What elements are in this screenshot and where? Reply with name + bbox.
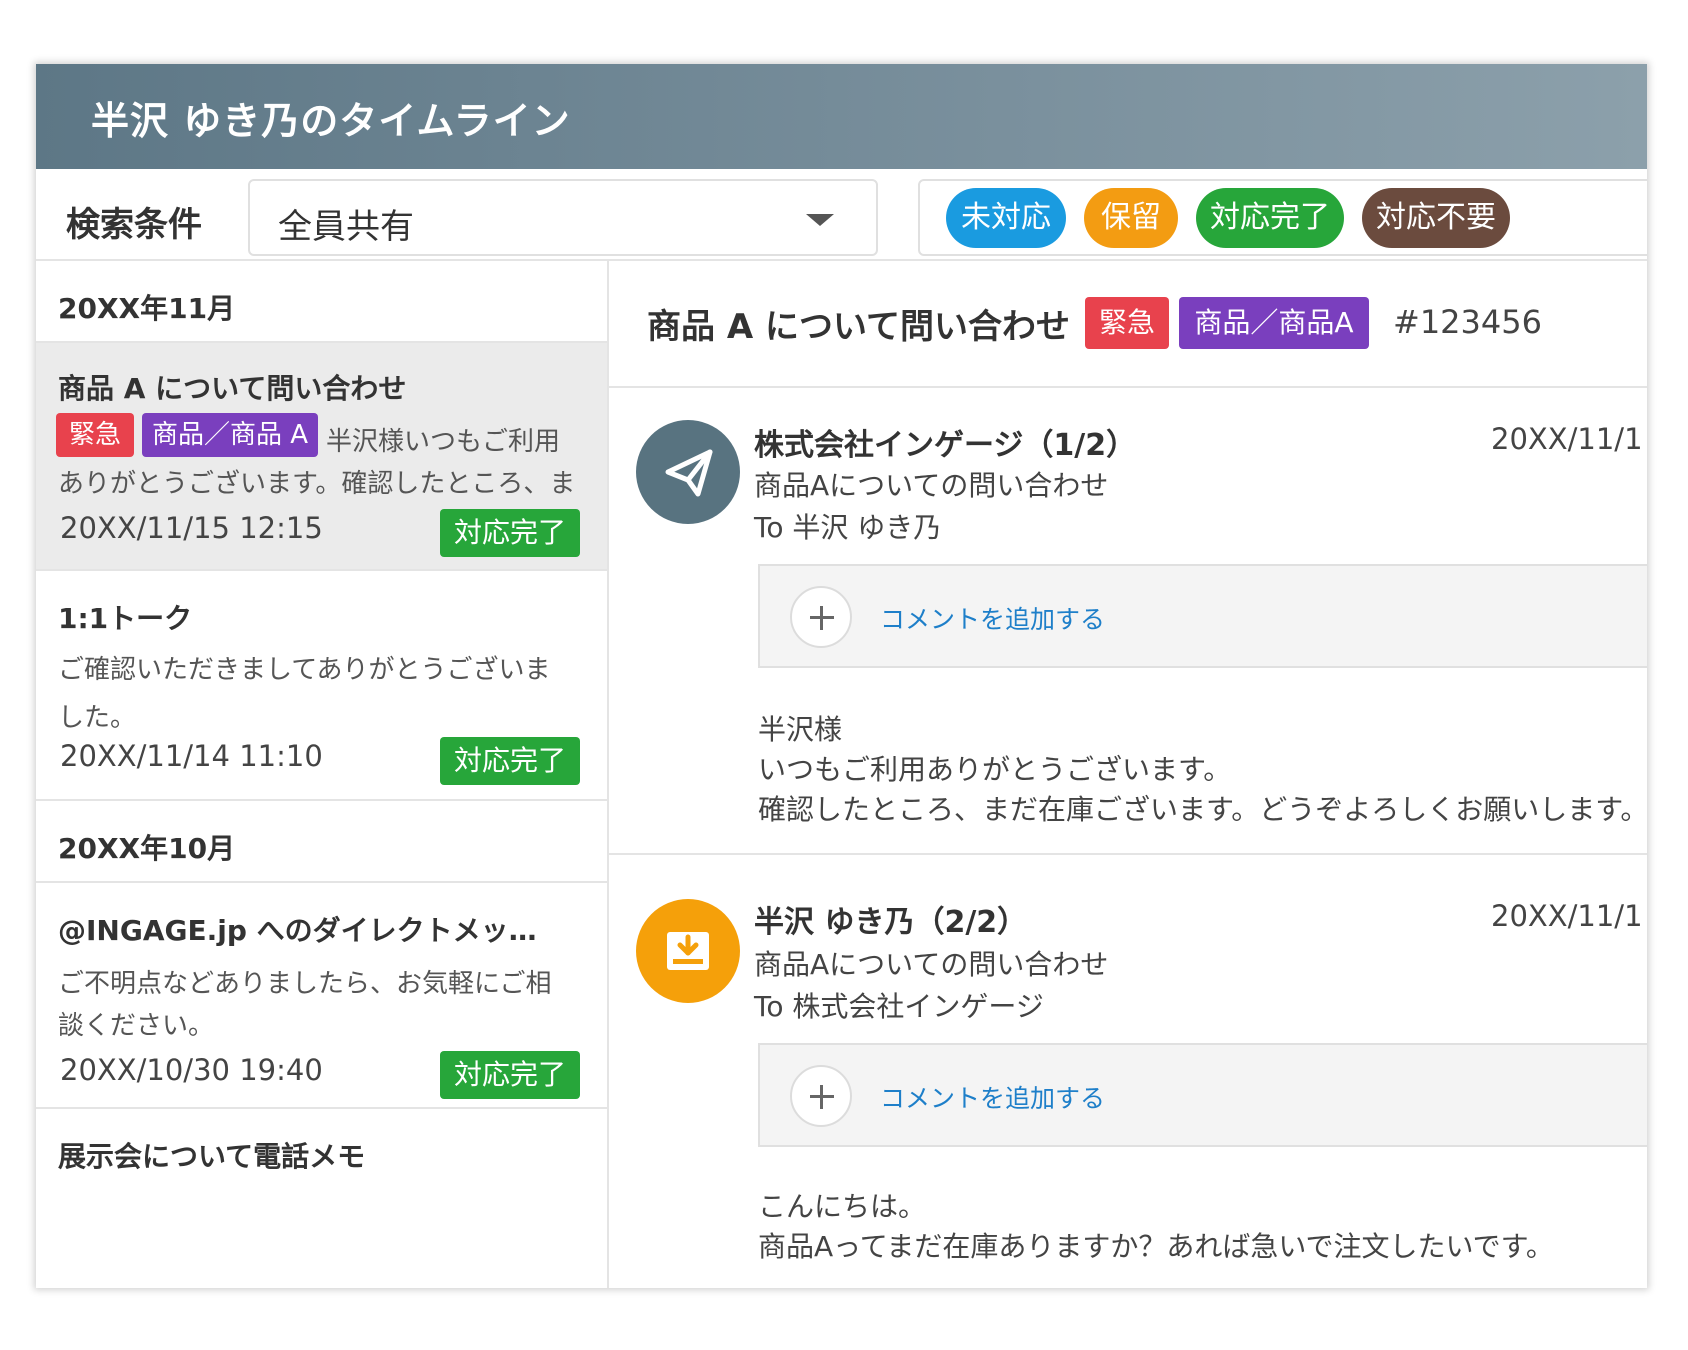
item-date: 20XX/11/14 11:10 xyxy=(60,739,323,773)
list-item[interactable]: 展示会について電話メモ xyxy=(36,1109,607,1288)
item-date: 20XX/10/30 19:40 xyxy=(60,1053,323,1087)
chevron-down-icon xyxy=(806,214,834,226)
item-title: 展示会について電話メモ xyxy=(58,1140,366,1173)
message-body-line: 確認したところ、まだ在庫ございます。どうぞよろしくお願いします。 xyxy=(758,793,1647,826)
message-recipient: To 半沢 ゆき乃 xyxy=(754,511,942,544)
timeline-list: 20XX年11月 商品 A について問い合わせ 緊急 商品／商品 A 半沢様いつ… xyxy=(36,261,607,1288)
item-preview: した。 xyxy=(58,703,137,733)
status-filter-done[interactable]: 対応完了 xyxy=(1196,188,1344,248)
urgent-tag: 緊急 xyxy=(1085,297,1169,349)
add-comment-link[interactable]: コメントを追加する xyxy=(880,1079,1105,1115)
paper-plane-icon xyxy=(665,449,713,497)
add-comment-link[interactable]: コメントを追加する xyxy=(880,600,1105,636)
product-tag: 商品／商品 A xyxy=(142,413,318,457)
message-recipient: To 株式会社インゲージ xyxy=(754,990,1044,1023)
message-body-line: 商品Aってまだ在庫ありますか？あれば急いで注文したいです。 xyxy=(758,1230,1554,1263)
message-body-line: こんにちは。 xyxy=(758,1190,927,1223)
detail-title: 商品 A について問い合わせ xyxy=(647,307,1070,347)
add-comment-plus-icon[interactable] xyxy=(790,586,852,648)
share-scope-select[interactable]: 全員共有 xyxy=(248,179,878,256)
month-header: 20XX年11月 xyxy=(36,261,607,343)
item-preview: ありがとうございます。確認したところ、ま xyxy=(58,469,576,499)
add-comment-plus-icon[interactable] xyxy=(790,1065,852,1127)
status-filter: 未対応 保留 対応完了 対応不要 xyxy=(918,179,1647,256)
status-filter-hold[interactable]: 保留 xyxy=(1084,188,1178,248)
status-badge: 対応完了 xyxy=(440,509,580,557)
product-tag: 商品／商品A xyxy=(1179,297,1369,349)
month-label: 20XX年10月 xyxy=(58,832,236,865)
message: 株式会社インゲージ（1/2） 20XX/11/1 商品Aについての問い合わせ T… xyxy=(609,390,1647,856)
detail-header: 商品 A について問い合わせ 緊急 商品／商品A #123456 xyxy=(609,261,1647,388)
page-title: 半沢 ゆき乃のタイムライン xyxy=(91,99,571,143)
status-filter-unhandled[interactable]: 未対応 xyxy=(946,188,1066,248)
item-title: 1:1トーク xyxy=(58,602,193,635)
message-subject: 商品Aについての問い合わせ xyxy=(754,948,1109,981)
share-scope-value: 全員共有 xyxy=(278,207,414,247)
sender-name: 株式会社インゲージ（1/2） xyxy=(754,428,1137,463)
list-item[interactable]: @INGAGE.jp へのダイレクトメッ… ご不明点などありましたら、お気軽にご… xyxy=(36,883,607,1109)
item-preview: ご確認いただきましてありがとうございま xyxy=(58,655,551,685)
item-preview: ご不明点などありましたら、お気軽にご相 xyxy=(58,969,552,999)
message-body-line: いつもご利用ありがとうございます。 xyxy=(758,753,1232,786)
comment-box[interactable]: コメントを追加する xyxy=(758,564,1647,668)
item-preview: 談ください。 xyxy=(58,1011,215,1041)
status-filter-unneeded[interactable]: 対応不要 xyxy=(1362,188,1510,248)
received-avatar xyxy=(636,899,740,1003)
month-header: 20XX年10月 xyxy=(36,801,607,883)
message-subject: 商品Aについての問い合わせ xyxy=(754,469,1109,502)
month-label: 20XX年11月 xyxy=(58,292,236,325)
comment-box[interactable]: コメントを追加する xyxy=(758,1043,1647,1147)
ticket-id: #123456 xyxy=(1393,303,1542,341)
message-date: 20XX/11/1 xyxy=(1491,422,1643,456)
status-badge: 対応完了 xyxy=(440,737,580,785)
urgent-tag: 緊急 xyxy=(56,413,134,457)
message-body-line: 半沢様 xyxy=(758,713,843,746)
item-preview: 半沢様いつもご利用 xyxy=(326,427,561,457)
item-title: @INGAGE.jp へのダイレクトメッ… xyxy=(58,914,537,947)
timeline-window: 半沢 ゆき乃のタイムライン 検索条件 全員共有 未対応 保留 対応完了 対応不要… xyxy=(36,64,1647,1288)
list-item[interactable]: 1:1トーク ご確認いただきましてありがとうございま した。 20XX/11/1… xyxy=(36,571,607,801)
conversation-detail: 商品 A について問い合わせ 緊急 商品／商品A #123456 株式会社インゲ… xyxy=(609,261,1647,1288)
sender-name: 半沢 ゆき乃（2/2） xyxy=(754,905,1028,940)
search-condition-label: 検索条件 xyxy=(66,205,202,245)
message: 半沢 ゆき乃（2/2） 20XX/11/1 商品Aについての問い合わせ To 株… xyxy=(609,855,1647,1288)
message-date: 20XX/11/1 xyxy=(1491,899,1643,933)
sent-avatar xyxy=(636,420,740,524)
item-title: 商品 A について問い合わせ xyxy=(58,372,407,405)
title-bar: 半沢 ゆき乃のタイムライン xyxy=(36,64,1647,169)
status-badge: 対応完了 xyxy=(440,1051,580,1099)
list-item[interactable]: 商品 A について問い合わせ 緊急 商品／商品 A 半沢様いつもご利用 ありがと… xyxy=(36,343,607,571)
inbox-download-icon xyxy=(667,932,709,970)
item-date: 20XX/11/15 12:15 xyxy=(60,511,323,545)
